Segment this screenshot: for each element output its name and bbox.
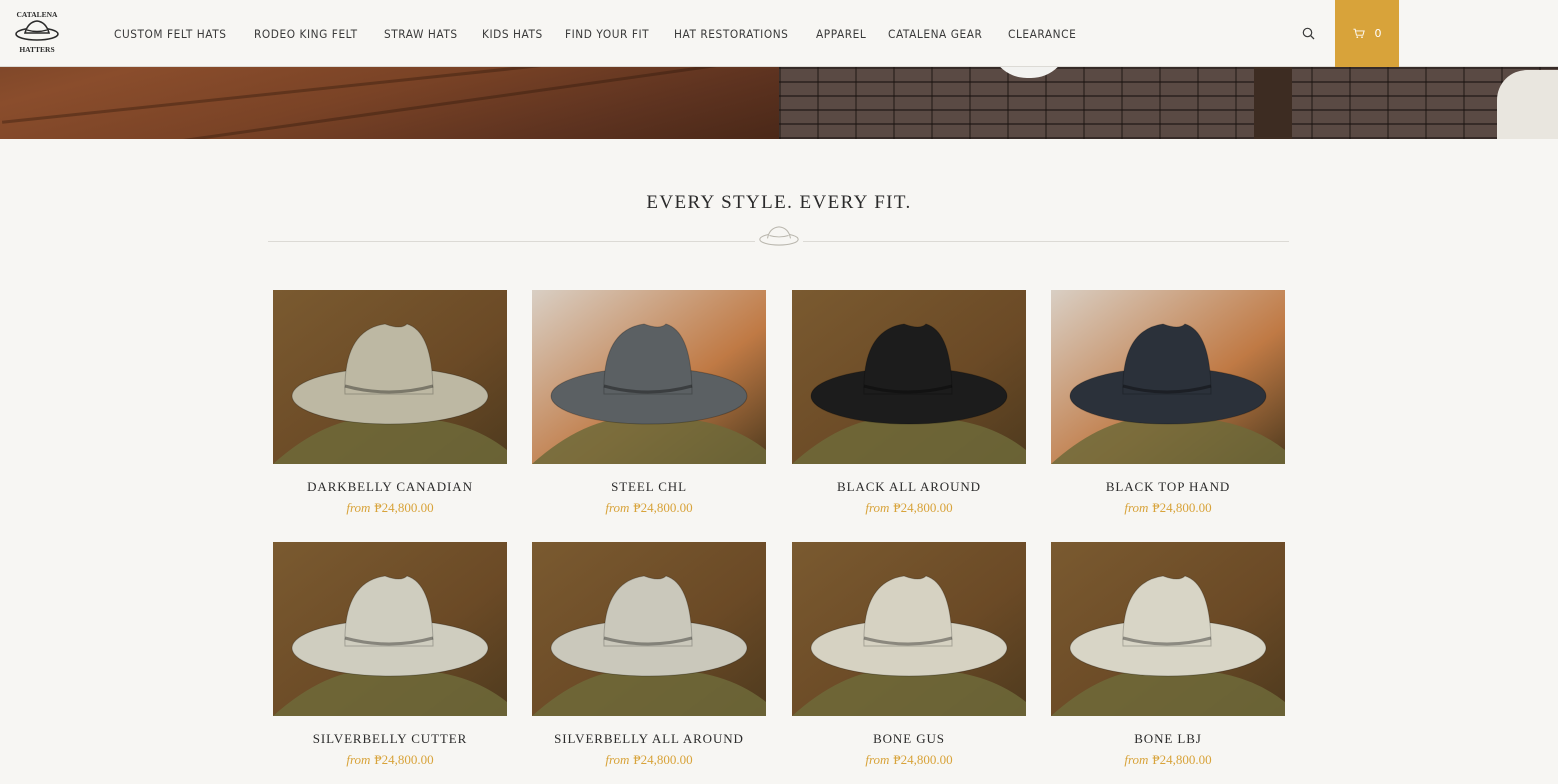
nav-custom-felt-hats[interactable]: CUSTOM FELT HATS bbox=[114, 27, 227, 41]
search-icon[interactable] bbox=[1301, 26, 1317, 42]
product-image[interactable] bbox=[1051, 542, 1285, 716]
price-amount: ₱24,800.00 bbox=[1152, 500, 1212, 515]
product-price: from ₱24,800.00 bbox=[253, 500, 527, 516]
product-image[interactable] bbox=[273, 542, 507, 716]
price-amount: ₱24,800.00 bbox=[633, 500, 693, 515]
nav-hat-restorations[interactable]: HAT RESTORATIONS bbox=[674, 27, 788, 41]
product-price: from ₱24,800.00 bbox=[772, 500, 1046, 516]
product-name[interactable]: SILVERBELLY ALL AROUND bbox=[512, 731, 786, 747]
price-amount: ₱24,800.00 bbox=[374, 500, 434, 515]
product-price: from ₱24,800.00 bbox=[512, 752, 786, 768]
price-amount: ₱24,800.00 bbox=[893, 500, 953, 515]
nav-straw-hats[interactable]: STRAW HATS bbox=[384, 27, 458, 41]
product-price: from ₱24,800.00 bbox=[512, 500, 786, 516]
section-title: EVERY STYLE. EVERY FIT. bbox=[646, 192, 912, 213]
product-name[interactable]: BLACK TOP HAND bbox=[1031, 479, 1305, 495]
product-image[interactable] bbox=[1051, 290, 1285, 464]
price-from-label: from bbox=[1124, 500, 1149, 515]
price-amount: ₱24,800.00 bbox=[374, 752, 434, 767]
nav-apparel[interactable]: APPAREL bbox=[816, 27, 866, 41]
product-image[interactable] bbox=[532, 290, 766, 464]
logo-text-top: CATALENA bbox=[17, 10, 59, 19]
main-nav: CUSTOM FELT HATS RODEO KING FELT STRAW H… bbox=[114, 0, 1100, 67]
product-name[interactable]: DARKBELLY CANADIAN bbox=[253, 479, 527, 495]
nav-find-your-fit[interactable]: FIND YOUR FIT bbox=[565, 27, 649, 41]
product-name[interactable]: BONE LBJ bbox=[1031, 731, 1305, 747]
product-name[interactable]: SILVERBELLY CUTTER bbox=[253, 731, 527, 747]
price-amount: ₱24,800.00 bbox=[1152, 752, 1212, 767]
price-from-label: from bbox=[605, 752, 630, 767]
price-from-label: from bbox=[605, 500, 630, 515]
catalena-hatters-logo[interactable]: CATALENA HATTERS bbox=[10, 6, 64, 56]
product-image[interactable] bbox=[532, 542, 766, 716]
site-header: CATALENA HATTERS CUSTOM FELT HATS RODEO … bbox=[0, 0, 1558, 67]
price-amount: ₱24,800.00 bbox=[633, 752, 693, 767]
product-price: from ₱24,800.00 bbox=[772, 752, 1046, 768]
product-price: from ₱24,800.00 bbox=[1031, 500, 1305, 516]
product-name[interactable]: BONE GUS bbox=[772, 731, 1046, 747]
product-name[interactable]: BLACK ALL AROUND bbox=[772, 479, 1046, 495]
price-from-label: from bbox=[865, 500, 890, 515]
price-from-label: from bbox=[346, 752, 371, 767]
product-name[interactable]: STEEL CHL bbox=[512, 479, 786, 495]
price-from-label: from bbox=[1124, 752, 1149, 767]
nav-catalena-gear[interactable]: CATALENA GEAR bbox=[888, 27, 982, 41]
price-from-label: from bbox=[346, 500, 371, 515]
nav-rodeo-king-felt[interactable]: RODEO KING FELT bbox=[254, 27, 358, 41]
product-price: from ₱24,800.00 bbox=[253, 752, 527, 768]
cowboy-hat-icon bbox=[755, 221, 803, 249]
logo-text-bottom: HATTERS bbox=[19, 45, 54, 54]
product-image[interactable] bbox=[792, 542, 1026, 716]
cart-icon bbox=[1352, 28, 1365, 39]
product-image[interactable] bbox=[273, 290, 507, 464]
cart-button[interactable]: 0 bbox=[1335, 0, 1399, 67]
cart-count: 0 bbox=[1374, 27, 1382, 40]
price-from-label: from bbox=[865, 752, 890, 767]
price-amount: ₱24,800.00 bbox=[893, 752, 953, 767]
nav-clearance[interactable]: CLEARANCE bbox=[1008, 27, 1076, 41]
nav-kids-hats[interactable]: KIDS HATS bbox=[482, 27, 543, 41]
product-price: from ₱24,800.00 bbox=[1031, 752, 1305, 768]
product-image[interactable] bbox=[792, 290, 1026, 464]
